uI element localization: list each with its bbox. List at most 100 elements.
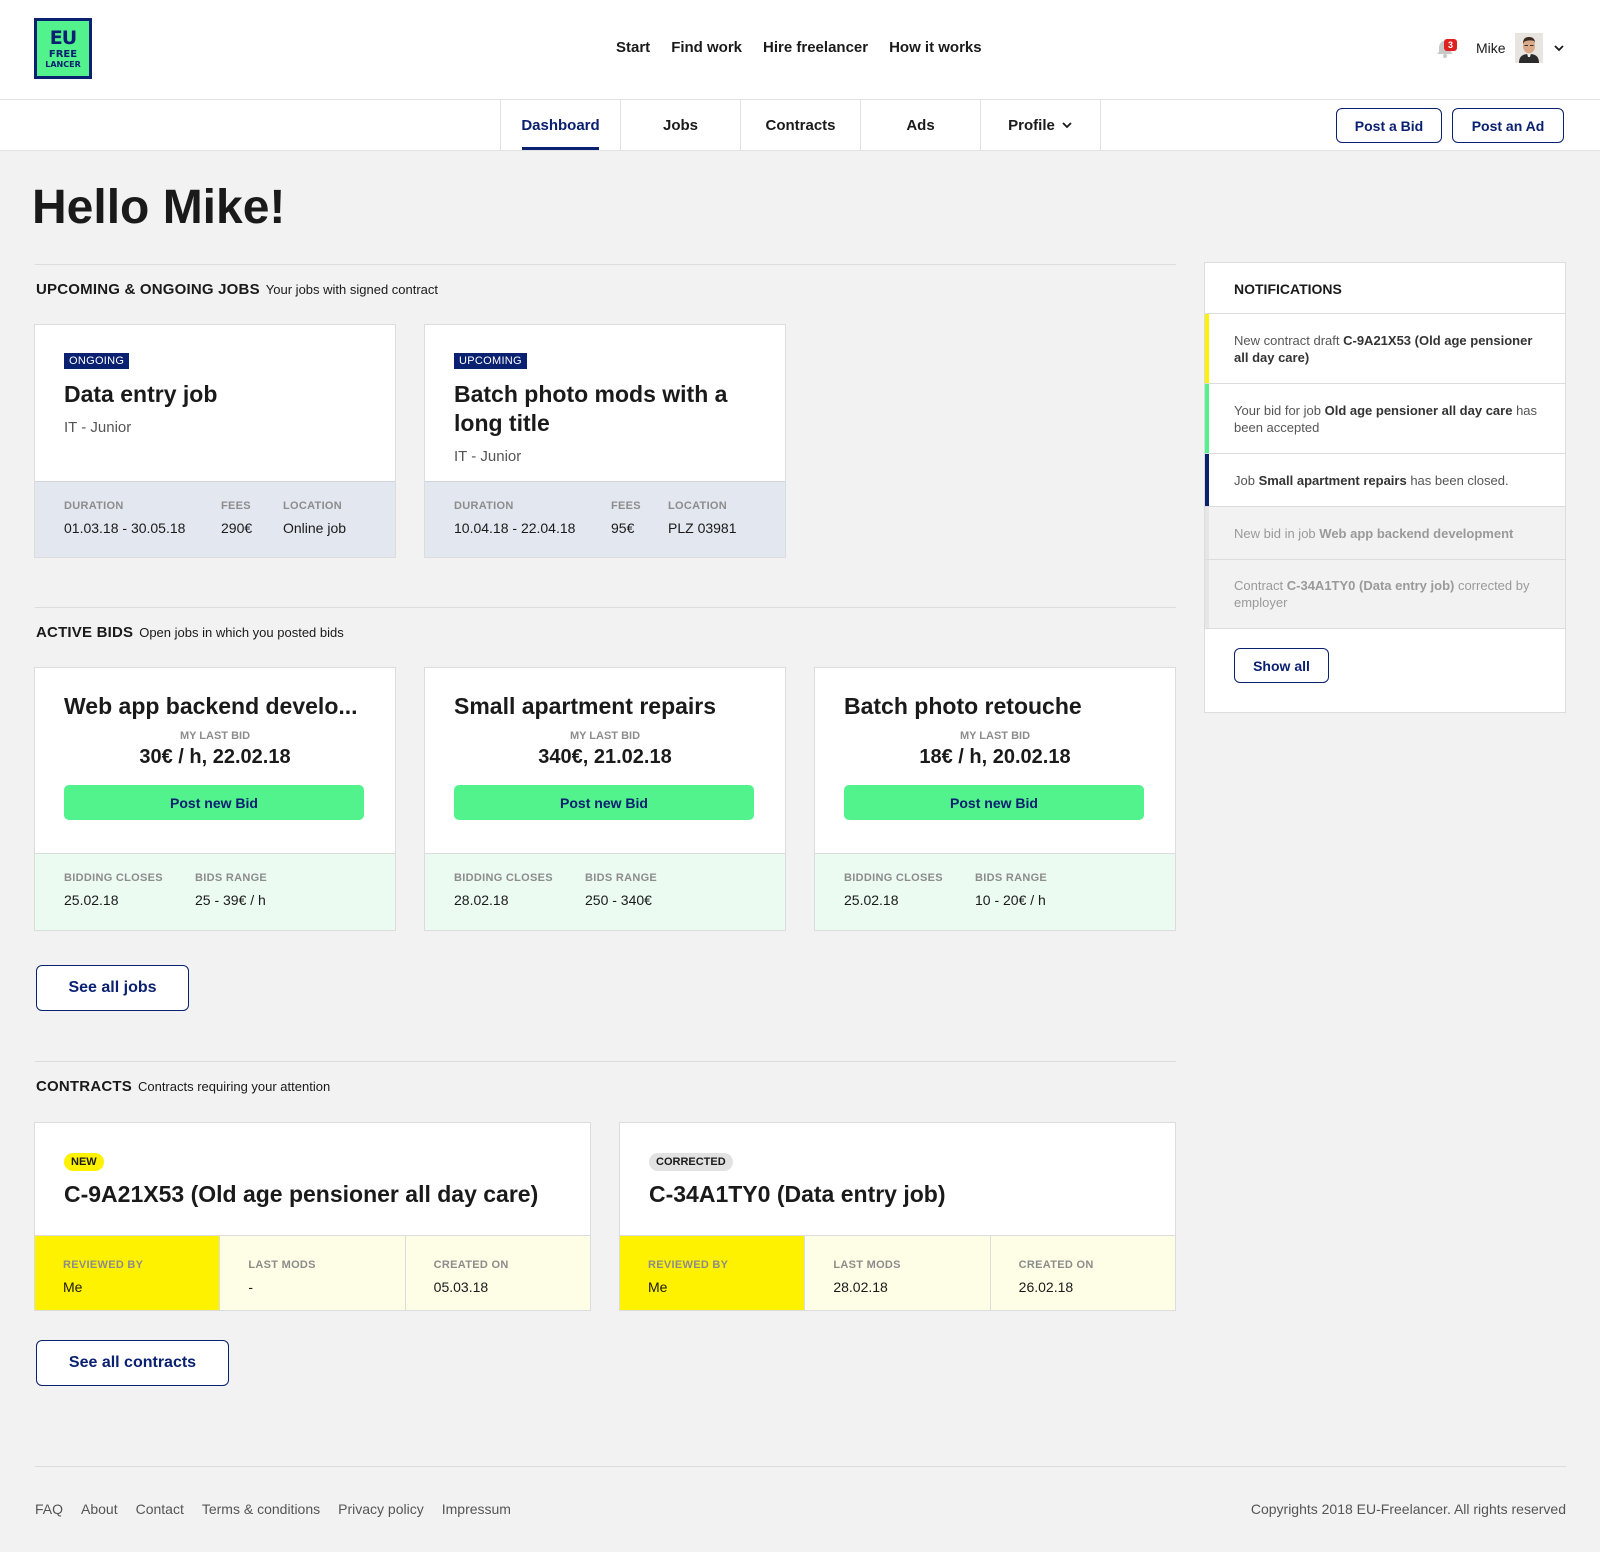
job-category: IT - Junior bbox=[454, 448, 522, 465]
location-label: LOCATION bbox=[283, 500, 343, 512]
dashboard-tabs: Dashboard Jobs Contracts Ads Profile bbox=[500, 100, 1101, 150]
notification-item-read[interactable]: Contract C-34A1TY0 (Data entry job) corr… bbox=[1205, 559, 1565, 629]
post-new-bid-button[interactable]: Post new Bid bbox=[64, 785, 364, 820]
duration-label: DURATION bbox=[64, 500, 124, 512]
notification-item[interactable]: New contract draft C-9A21X53 (Old age pe… bbox=[1205, 313, 1565, 383]
duration-value: 01.03.18 - 30.05.18 bbox=[64, 520, 186, 536]
footer-link-privacy[interactable]: Privacy policy bbox=[338, 1501, 424, 1517]
main-nav: Start Find work Hire freelancer How it w… bbox=[616, 39, 982, 56]
user-avatar[interactable] bbox=[1515, 33, 1543, 63]
bids-range-value: 25 - 39€ / h bbox=[195, 892, 266, 908]
active-bids-heading: ACTIVE BIDS Open jobs in which you posted… bbox=[36, 624, 344, 641]
tab-jobs[interactable]: Jobs bbox=[621, 100, 741, 150]
last-mods-label: LAST MODS bbox=[248, 1259, 316, 1271]
bidding-closes-value: 25.02.18 bbox=[844, 892, 899, 908]
bid-card[interactable]: Small apartment repairs MY LAST BID 340€… bbox=[424, 667, 786, 931]
post-a-bid-button[interactable]: Post a Bid bbox=[1336, 108, 1442, 143]
see-all-contracts-button[interactable]: See all contracts bbox=[36, 1340, 229, 1386]
duration-label: DURATION bbox=[454, 500, 514, 512]
my-last-bid-label: MY LAST BID bbox=[179, 730, 251, 742]
footer-link-contact[interactable]: Contact bbox=[136, 1501, 184, 1517]
location-value: PLZ 03981 bbox=[668, 520, 737, 536]
contract-card[interactable]: NEW C-9A21X53 (Old age pensioner all day… bbox=[34, 1122, 591, 1311]
bidding-closes-label: BIDDING CLOSES bbox=[454, 872, 553, 884]
notification-item-read[interactable]: New bid in job Web app backend developme… bbox=[1205, 506, 1565, 559]
status-badge: CORRECTED bbox=[649, 1153, 733, 1171]
nav-how-it-works[interactable]: How it works bbox=[889, 39, 982, 56]
footer-divider bbox=[35, 1466, 1566, 1467]
bid-card[interactable]: Web app backend develo... MY LAST BID 30… bbox=[34, 667, 396, 931]
job-details: DURATION 01.03.18 - 30.05.18 FEES 290€ L… bbox=[35, 481, 395, 557]
bids-range-label: BIDS RANGE bbox=[975, 872, 1048, 884]
status-badge: UPCOMING bbox=[454, 353, 527, 369]
eu-freelancer-logo[interactable]: EU FREE LANCER bbox=[34, 18, 92, 79]
active-bids-subheading: Open jobs in which you posted bids bbox=[139, 625, 344, 640]
bids-range-label: BIDS RANGE bbox=[585, 872, 658, 884]
tab-contracts[interactable]: Contracts bbox=[741, 100, 861, 150]
notification-item[interactable]: Job Small apartment repairs has been clo… bbox=[1205, 453, 1565, 506]
notification-marker bbox=[1205, 454, 1209, 506]
bid-details: BIDDING CLOSES 25.02.18 BIDS RANGE 10 - … bbox=[815, 853, 1175, 930]
location-label: LOCATION bbox=[668, 500, 728, 512]
bidding-closes-value: 28.02.18 bbox=[454, 892, 509, 908]
section-divider bbox=[35, 607, 1176, 608]
my-last-bid-label: MY LAST BID bbox=[569, 730, 641, 742]
my-last-bid-value: 18€ / h, 20.02.18 bbox=[919, 746, 1071, 768]
nav-start[interactable]: Start bbox=[616, 39, 650, 56]
notification-count-badge: 3 bbox=[1444, 39, 1457, 51]
bid-job-title: Small apartment repairs bbox=[454, 693, 717, 719]
reviewed-by-value: Me bbox=[63, 1279, 83, 1295]
contract-title: C-9A21X53 (Old age pensioner all day car… bbox=[64, 1181, 539, 1207]
notification-marker bbox=[1205, 314, 1209, 383]
page-title: Hello Mike! bbox=[32, 181, 286, 234]
contracts-heading: CONTRACTS Contracts requiring your attent… bbox=[36, 1078, 331, 1095]
job-card-ongoing[interactable]: ONGOING Data entry job IT - Junior DURAT… bbox=[34, 324, 396, 558]
last-mods-label: LAST MODS bbox=[833, 1259, 901, 1271]
see-all-jobs-button[interactable]: See all jobs bbox=[36, 965, 189, 1011]
job-title: Data entry job bbox=[64, 381, 218, 407]
bidding-closes-label: BIDDING CLOSES bbox=[844, 872, 943, 884]
job-card-upcoming[interactable]: UPCOMING Batch photo mods with a long ti… bbox=[424, 324, 786, 558]
last-mods-value: 28.02.18 bbox=[833, 1279, 888, 1295]
show-all-notifications-button[interactable]: Show all bbox=[1234, 648, 1329, 683]
section-divider bbox=[35, 1061, 1176, 1062]
reviewed-by-label: REVIEWED BY bbox=[648, 1259, 729, 1271]
notifications-heading: NOTIFICATIONS bbox=[1234, 281, 1342, 297]
bids-range-label: BIDS RANGE bbox=[195, 872, 268, 884]
footer-link-about[interactable]: About bbox=[81, 1501, 118, 1517]
section-divider bbox=[35, 264, 1176, 265]
notifications-panel: NOTIFICATIONS New contract draft C-9A21X… bbox=[1204, 262, 1566, 713]
contract-details: REVIEWED BY Me LAST MODS - CREATED ON 05… bbox=[35, 1235, 590, 1310]
post-an-ad-button[interactable]: Post an Ad bbox=[1452, 108, 1564, 143]
bidding-closes-label: BIDDING CLOSES bbox=[64, 872, 163, 884]
footer-link-impressum[interactable]: Impressum bbox=[442, 1501, 511, 1517]
footer-link-terms[interactable]: Terms & conditions bbox=[202, 1501, 320, 1517]
tab-dashboard[interactable]: Dashboard bbox=[501, 100, 621, 150]
user-name[interactable]: Mike bbox=[1476, 40, 1506, 56]
nav-find-work[interactable]: Find work bbox=[671, 39, 742, 56]
created-on-label: CREATED ON bbox=[433, 1259, 509, 1271]
fees-label: FEES bbox=[611, 500, 641, 512]
job-details: DURATION 10.04.18 - 22.04.18 FEES 95€ LO… bbox=[425, 481, 785, 557]
copyright-text: Copyrights 2018 EU-Freelancer. All right… bbox=[1250, 1501, 1566, 1517]
tab-ads[interactable]: Ads bbox=[861, 100, 981, 150]
tab-profile[interactable]: Profile bbox=[981, 100, 1101, 150]
bids-range-value: 10 - 20€ / h bbox=[975, 892, 1046, 908]
job-title: Batch photo mods with a long title bbox=[454, 381, 728, 436]
my-last-bid-label: MY LAST BID bbox=[959, 730, 1031, 742]
bid-job-title: Web app backend develo... bbox=[64, 693, 358, 719]
contract-card[interactable]: CORRECTED C-34A1TY0 (Data entry job) REV… bbox=[619, 1122, 1176, 1311]
chevron-down-icon[interactable] bbox=[1553, 42, 1565, 54]
dashboard-subnav: Dashboard Jobs Contracts Ads Profile Pos… bbox=[0, 100, 1600, 151]
reviewed-by-value: Me bbox=[648, 1279, 668, 1295]
post-new-bid-button[interactable]: Post new Bid bbox=[844, 785, 1144, 820]
footer-link-faq[interactable]: FAQ bbox=[35, 1501, 63, 1517]
notification-item[interactable]: Your bid for job Old age pensioner all d… bbox=[1205, 383, 1565, 453]
post-new-bid-button[interactable]: Post new Bid bbox=[454, 785, 754, 820]
location-value: Online job bbox=[283, 520, 347, 536]
top-header: EU FREE LANCER Start Find work Hire free… bbox=[0, 0, 1600, 100]
bidding-closes-value: 25.02.18 bbox=[64, 892, 119, 908]
bid-card[interactable]: Batch photo retouche MY LAST BID 18€ / h… bbox=[814, 667, 1176, 931]
nav-hire-freelancer[interactable]: Hire freelancer bbox=[763, 39, 868, 56]
bids-range-value: 250 - 340€ bbox=[585, 892, 652, 908]
